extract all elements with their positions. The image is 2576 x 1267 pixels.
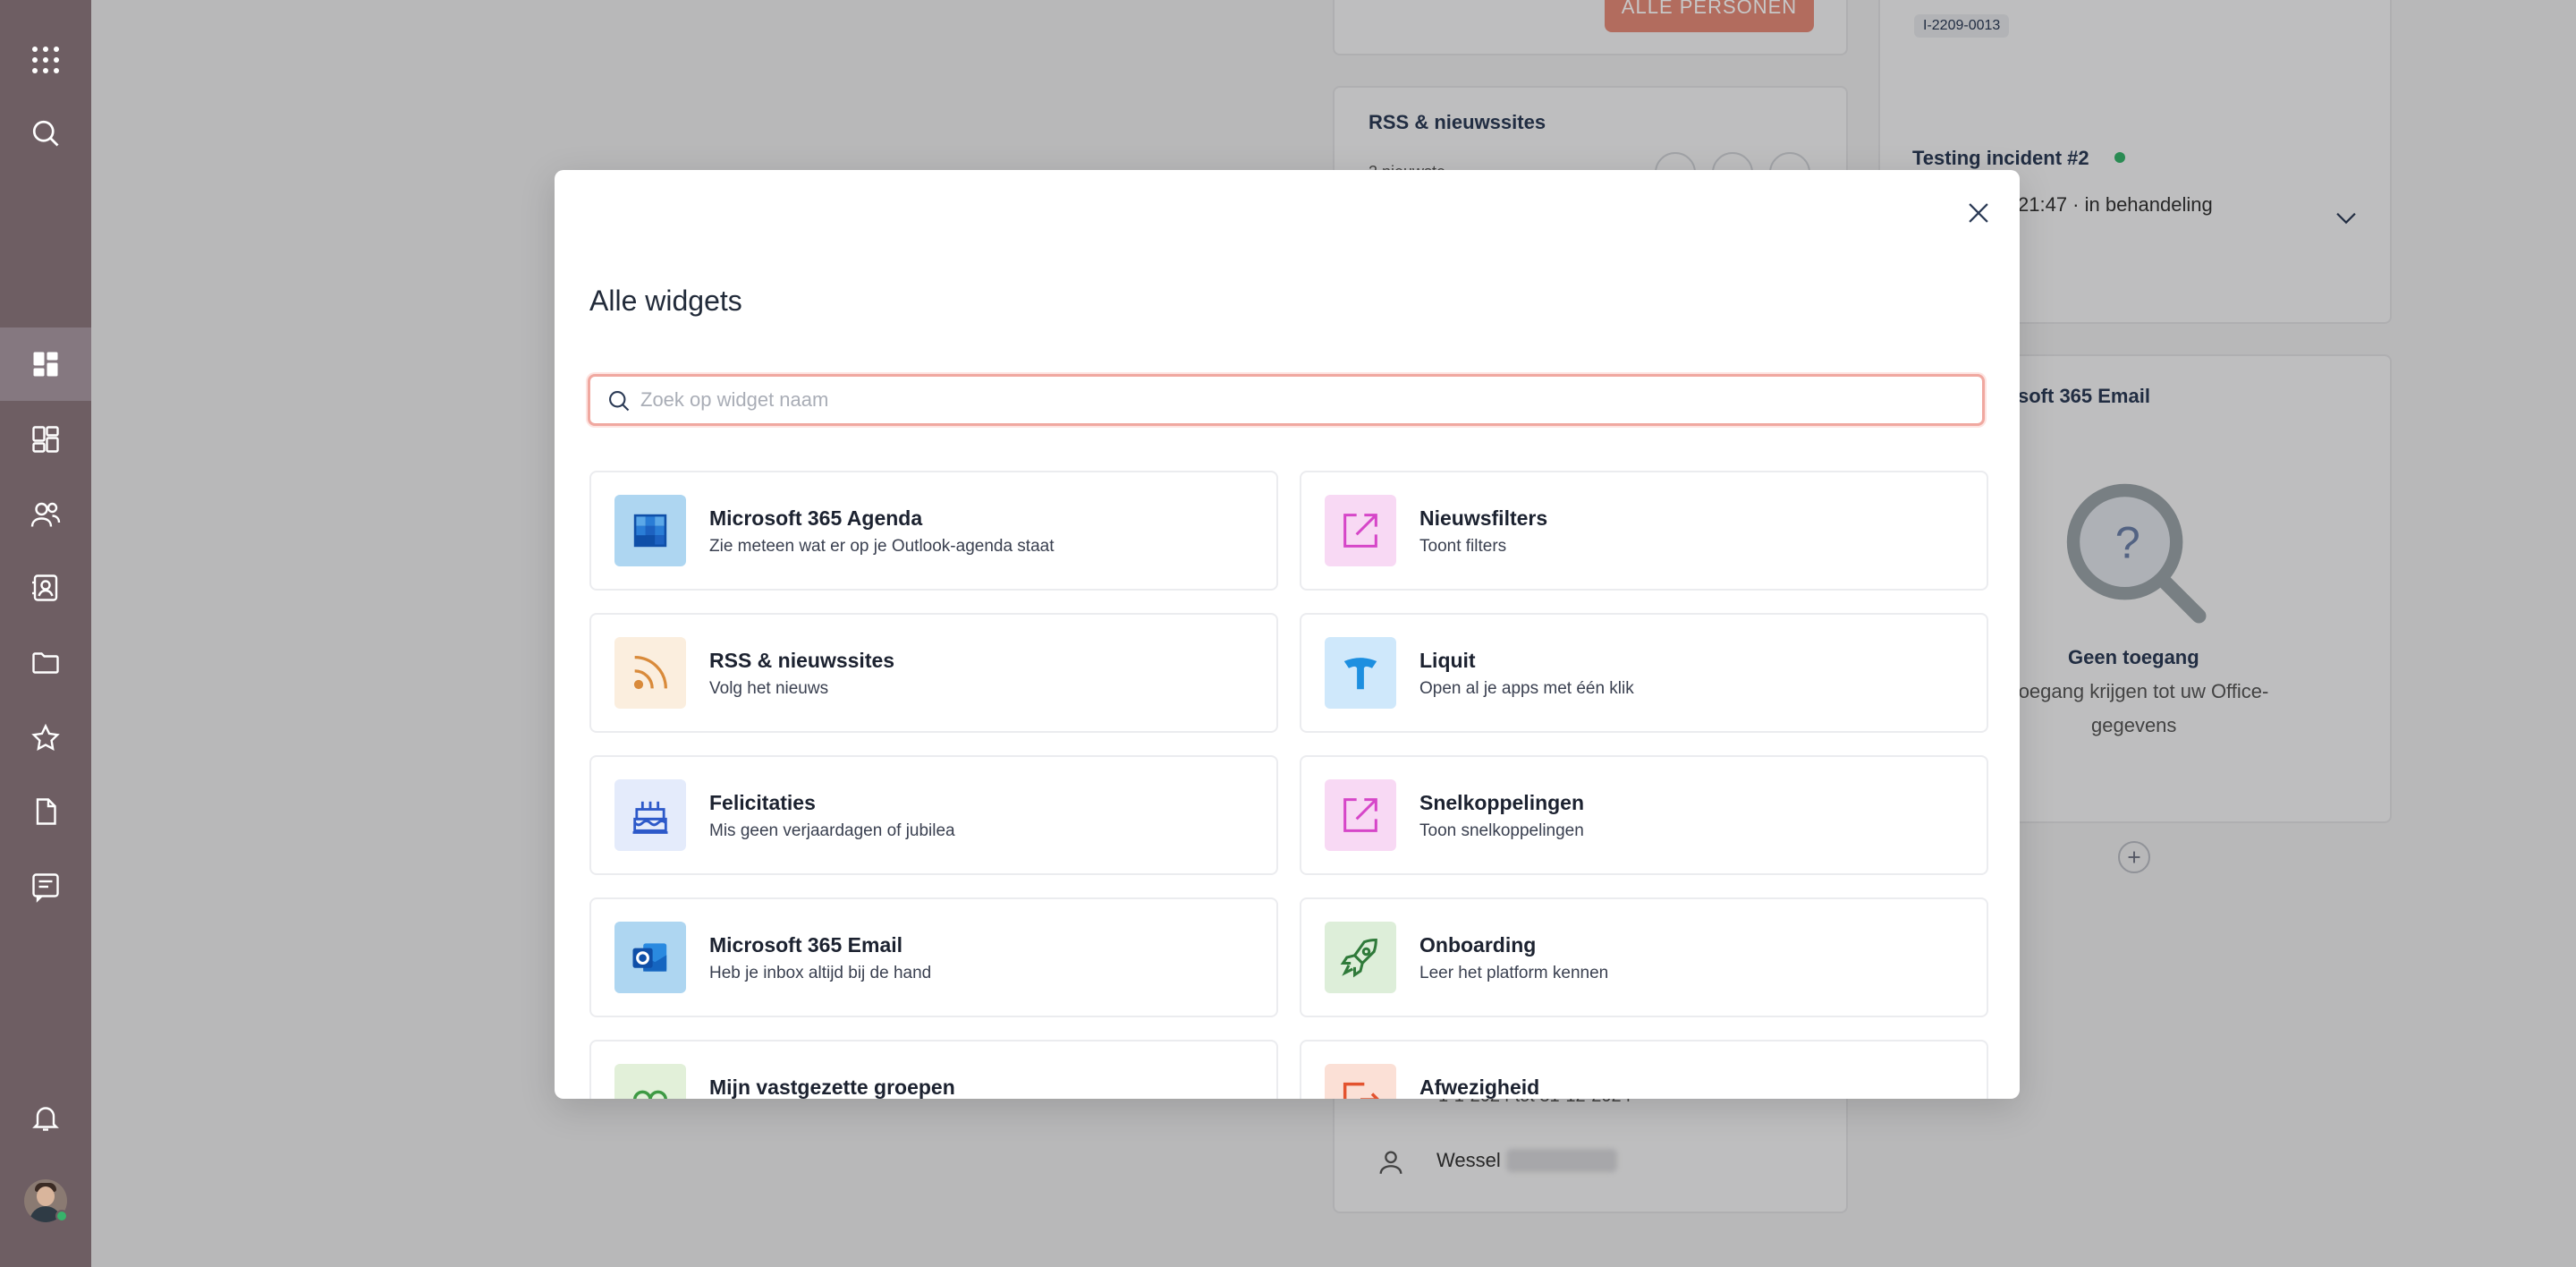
widget-card-microsoft-365-email[interactable]: Microsoft 365 Email Heb je inbox altijd … [589, 897, 1278, 1017]
search-field[interactable] [588, 374, 1985, 426]
widget-title: Afwezigheid [1419, 1076, 1540, 1099]
folder-icon[interactable] [0, 626, 91, 700]
widget-title: RSS & nieuwssites [709, 649, 895, 672]
widget-subtitle: Toon snelkoppelingen [1419, 821, 1584, 840]
external-link-icon [1325, 495, 1396, 566]
close-icon [1969, 203, 1988, 223]
sidebar [0, 0, 91, 1267]
search-icon[interactable] [0, 97, 91, 170]
apps-grid-icon[interactable] [0, 23, 91, 97]
widget-card-mijn-vastgezette-groepen[interactable]: Mijn vastgezette groepen [589, 1040, 1278, 1099]
widget-title: Microsoft 365 Agenda [709, 506, 923, 530]
search-icon [609, 391, 630, 412]
widget-subtitle: Heb je inbox altijd bij de hand [709, 964, 932, 982]
widget-card-afwezigheid[interactable]: Afwezigheid [1300, 1040, 1988, 1099]
widget-subtitle: Zie meteen wat er op je Outlook-agenda s… [709, 537, 1055, 556]
dashboard-icon[interactable] [0, 327, 91, 401]
people-icon[interactable] [0, 478, 91, 551]
widget-title: Microsoft 365 Email [709, 933, 903, 957]
widgets-modal: Alle widgets Microsoft 365 Agenda Zie me… [555, 170, 2020, 1099]
calendar-icon [614, 495, 686, 566]
widget-title: Mijn vastgezette groepen [709, 1076, 955, 1099]
rocket-icon [1325, 922, 1396, 993]
search-input[interactable] [640, 377, 1964, 423]
messages-icon[interactable] [0, 850, 91, 923]
widget-subtitle: Open al je apps met één klik [1419, 679, 1634, 698]
widget-card-felicitaties[interactable]: Felicitaties Mis geen verjaardagen of ju… [589, 755, 1278, 875]
widget-subtitle: Mis geen verjaardagen of jubilea [709, 821, 955, 840]
widget-title: Liquit [1419, 649, 1476, 672]
widget-card-rss[interactable]: RSS & nieuwssites Volg het nieuws [589, 613, 1278, 733]
widget-card-snelkoppelingen[interactable]: Snelkoppelingen Toon snelkoppelingen [1300, 755, 1988, 875]
document-icon[interactable] [0, 775, 91, 848]
cake-icon [614, 779, 686, 851]
groups-icon [614, 1064, 686, 1099]
widget-title: Nieuwsfilters [1419, 506, 1548, 530]
widget-title: Felicitaties [709, 791, 816, 814]
widget-card-nieuwsfilters[interactable]: Nieuwsfilters Toont filters [1300, 471, 1988, 591]
absence-icon [1325, 1064, 1396, 1099]
online-status-dot [55, 1210, 68, 1222]
star-icon[interactable] [0, 702, 91, 775]
liquit-logo-icon [1325, 637, 1396, 709]
rss-icon [614, 637, 686, 709]
modal-title: Alle widgets [589, 285, 742, 317]
widget-card-onboarding[interactable]: Onboarding Leer het platform kennen [1300, 897, 1988, 1017]
widget-title: Snelkoppelingen [1419, 791, 1585, 814]
contacts-icon[interactable] [0, 551, 91, 625]
outlook-icon [614, 922, 686, 993]
widget-subtitle: Volg het nieuws [709, 679, 829, 698]
widget-card-microsoft-365-agenda[interactable]: Microsoft 365 Agenda Zie meteen wat er o… [589, 471, 1278, 591]
close-button[interactable] [1961, 195, 1996, 231]
widget-subtitle: Toont filters [1419, 537, 1507, 556]
external-link-icon [1325, 779, 1396, 851]
bell-icon[interactable] [0, 1081, 91, 1154]
widget-subtitle: Leer het platform kennen [1419, 964, 1609, 982]
widgets-icon[interactable] [0, 403, 91, 476]
widget-title: Onboarding [1419, 933, 1537, 957]
widget-card-liquit[interactable]: Liquit Open al je apps met één klik [1300, 613, 1988, 733]
